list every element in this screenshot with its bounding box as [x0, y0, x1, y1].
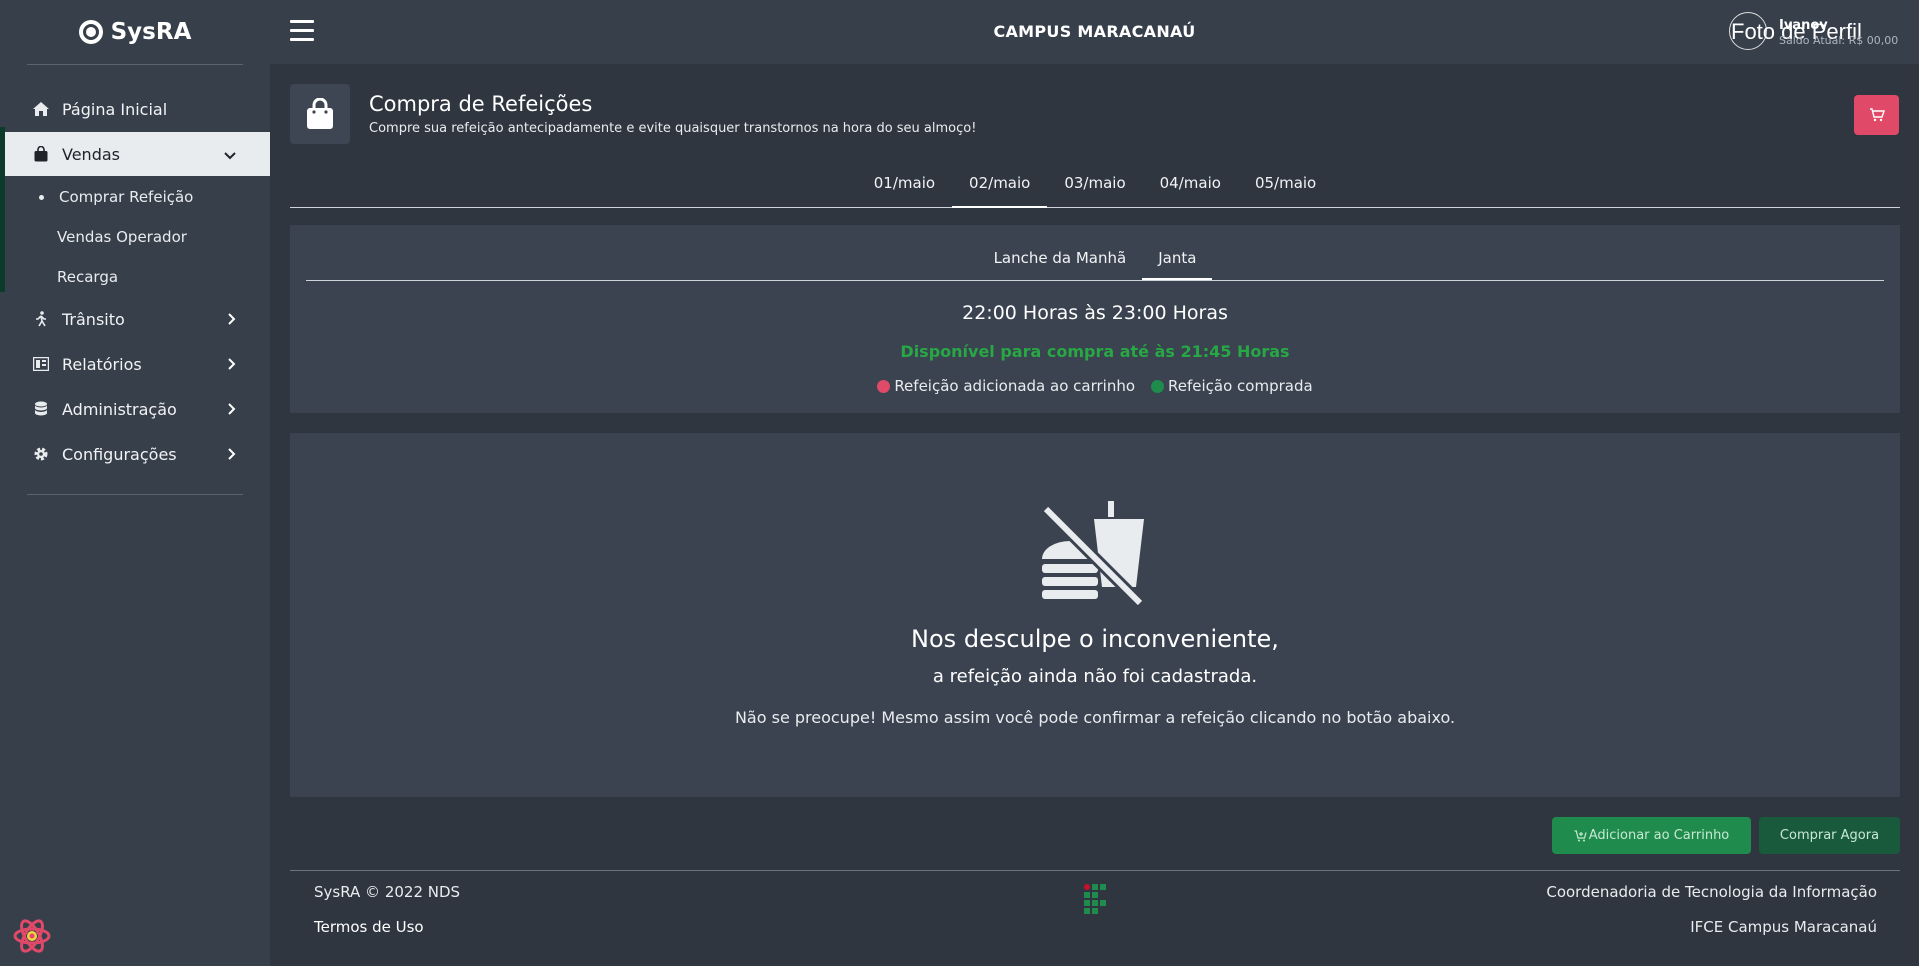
- chevron-right-icon: [228, 445, 236, 464]
- sidebar-item-label: Administração: [62, 399, 177, 419]
- tab-day[interactable]: 04/maio: [1143, 162, 1238, 208]
- ifce-logo: [1084, 884, 1106, 916]
- report-icon: [32, 355, 50, 373]
- sidebar-subitem-label: Comprar Refeição: [59, 188, 194, 206]
- cart-plus-icon: [1574, 829, 1587, 841]
- brand-name: SysRA: [110, 19, 192, 45]
- shopping-bag-icon: [290, 84, 350, 144]
- day-tabs: 01/maio 02/maio 03/maio 04/maio 05/maio: [290, 162, 1900, 208]
- footer-copyright: SysRA © 2022 NDS: [314, 883, 461, 901]
- sidebar-subitem-vendas-operador[interactable]: Vendas Operador: [0, 217, 270, 257]
- sidebar-item-pagina-inicial[interactable]: Página Inicial: [0, 87, 270, 131]
- footer-divider: [290, 870, 1900, 871]
- sidebar-item-label: Página Inicial: [62, 99, 168, 119]
- tab-day[interactable]: 02/maio: [952, 162, 1048, 208]
- legend-item-bought: Refeição comprada: [1151, 377, 1313, 395]
- sidebar-item-label: Relatórios: [62, 354, 142, 374]
- empty-note: Não se preocupe! Mesmo assim você pode c…: [734, 708, 1456, 727]
- meal-tabs: Lanche da Manhã Janta: [306, 239, 1884, 281]
- sidebar-subitem-recarga[interactable]: Recarga: [0, 257, 270, 297]
- tab-day[interactable]: 05/maio: [1238, 162, 1333, 208]
- chevron-right-icon: [228, 310, 236, 329]
- green-dot-icon: [1151, 379, 1165, 393]
- sidebar-divider: [27, 64, 243, 65]
- sidebar-subitem-comprar-refeicao[interactable]: Comprar Refeição: [0, 177, 270, 217]
- brand-icon: [78, 20, 103, 44]
- meal-availability: Disponível para compra até às 21:45 Hora…: [900, 342, 1290, 361]
- user-profile[interactable]: Foto de Perfil Ivanov Saldo Atual: R$ 00…: [1729, 12, 1899, 52]
- chevron-right-icon: [228, 355, 236, 374]
- sidebar: SysRA Página Inicial Vendas Comprar Refe…: [0, 0, 270, 966]
- empty-subtitle: a refeição ainda não foi cadastrada.: [932, 666, 1258, 687]
- no-food-icon: [1040, 501, 1150, 608]
- sidebar-item-label: Vendas: [62, 144, 120, 164]
- page-subtitle: Compre sua refeição antecipadamente e ev…: [369, 121, 977, 136]
- user-balance: Saldo Atual: R$ 00,00: [1779, 34, 1899, 47]
- sidebar-item-label: Configurações: [62, 444, 177, 464]
- active-section-rail: [0, 127, 5, 292]
- sidebar-divider: [27, 494, 243, 495]
- sidebar-subitem-label: Recarga: [57, 268, 119, 286]
- home-icon: [32, 100, 50, 118]
- sidebar-item-configuracoes[interactable]: Configurações: [0, 432, 270, 476]
- red-dot-icon: [877, 379, 891, 393]
- empty-state: Nos desculpe o inconveniente, a refeição…: [290, 433, 1900, 797]
- react-devtools-icon[interactable]: [12, 918, 52, 954]
- topbar: CAMPUS MARACANAÚ Foto de Perfil Ivanov S…: [270, 0, 1919, 64]
- sidebar-item-transito[interactable]: Trânsito: [0, 297, 270, 341]
- cart-button[interactable]: [1854, 95, 1899, 135]
- meal-hours: 22:00 Horas às 23:00 Horas: [962, 302, 1228, 324]
- terms-link[interactable]: Termos de Uso: [314, 918, 424, 936]
- footer-campus: IFCE Campus Maracanaú: [1690, 918, 1877, 936]
- bullet-icon: [39, 194, 44, 200]
- gear-icon: [32, 445, 50, 463]
- tab-day[interactable]: 03/maio: [1047, 162, 1142, 208]
- sidebar-item-label: Trânsito: [62, 309, 125, 329]
- walking-icon: [32, 310, 50, 328]
- shopping-bag-icon: [32, 145, 50, 163]
- sidebar-nav: Página Inicial Vendas Comprar Refeição V…: [0, 87, 270, 476]
- brand-logo[interactable]: SysRA: [0, 0, 270, 64]
- sidebar-item-administracao[interactable]: Administração: [0, 387, 270, 431]
- chevron-right-icon: [228, 400, 236, 419]
- legend-item-cart: Refeição adicionada ao carrinho: [877, 377, 1135, 395]
- footer-coordenadoria: Coordenadoria de Tecnologia da Informaçã…: [1546, 883, 1877, 901]
- page-title: Compra de Refeições: [369, 92, 593, 116]
- add-to-cart-button[interactable]: Adicionar ao Carrinho: [1552, 817, 1751, 854]
- add-to-cart-label: Adicionar ao Carrinho: [1588, 828, 1730, 843]
- main-content: Compra de Refeições Compre sua refeição …: [270, 64, 1919, 966]
- user-name: Ivanov: [1779, 18, 1828, 33]
- sidebar-item-vendas[interactable]: Vendas: [5, 132, 270, 176]
- legend-label: Refeição comprada: [1168, 377, 1313, 395]
- chevron-down-icon: [224, 145, 236, 164]
- cart-icon: [1869, 108, 1885, 122]
- database-icon: [32, 400, 50, 418]
- campus-title: CAMPUS MARACANAÚ: [993, 22, 1196, 41]
- legend-label: Refeição adicionada ao carrinho: [894, 377, 1136, 395]
- empty-title: Nos desculpe o inconveniente,: [911, 625, 1279, 653]
- tab-meal-janta[interactable]: Janta: [1142, 239, 1213, 280]
- meal-card: Lanche da Manhã Janta 22:00 Horas às 23:…: [290, 225, 1900, 413]
- sidebar-subitem-label: Vendas Operador: [57, 228, 187, 246]
- buy-now-button[interactable]: Comprar Agora: [1759, 817, 1900, 854]
- legend: Refeição adicionada ao carrinho Refeição…: [290, 377, 1900, 395]
- sidebar-item-relatorios[interactable]: Relatórios: [0, 342, 270, 386]
- tab-day[interactable]: 01/maio: [857, 162, 952, 208]
- tab-meal-lanche[interactable]: Lanche da Manhã: [978, 239, 1143, 280]
